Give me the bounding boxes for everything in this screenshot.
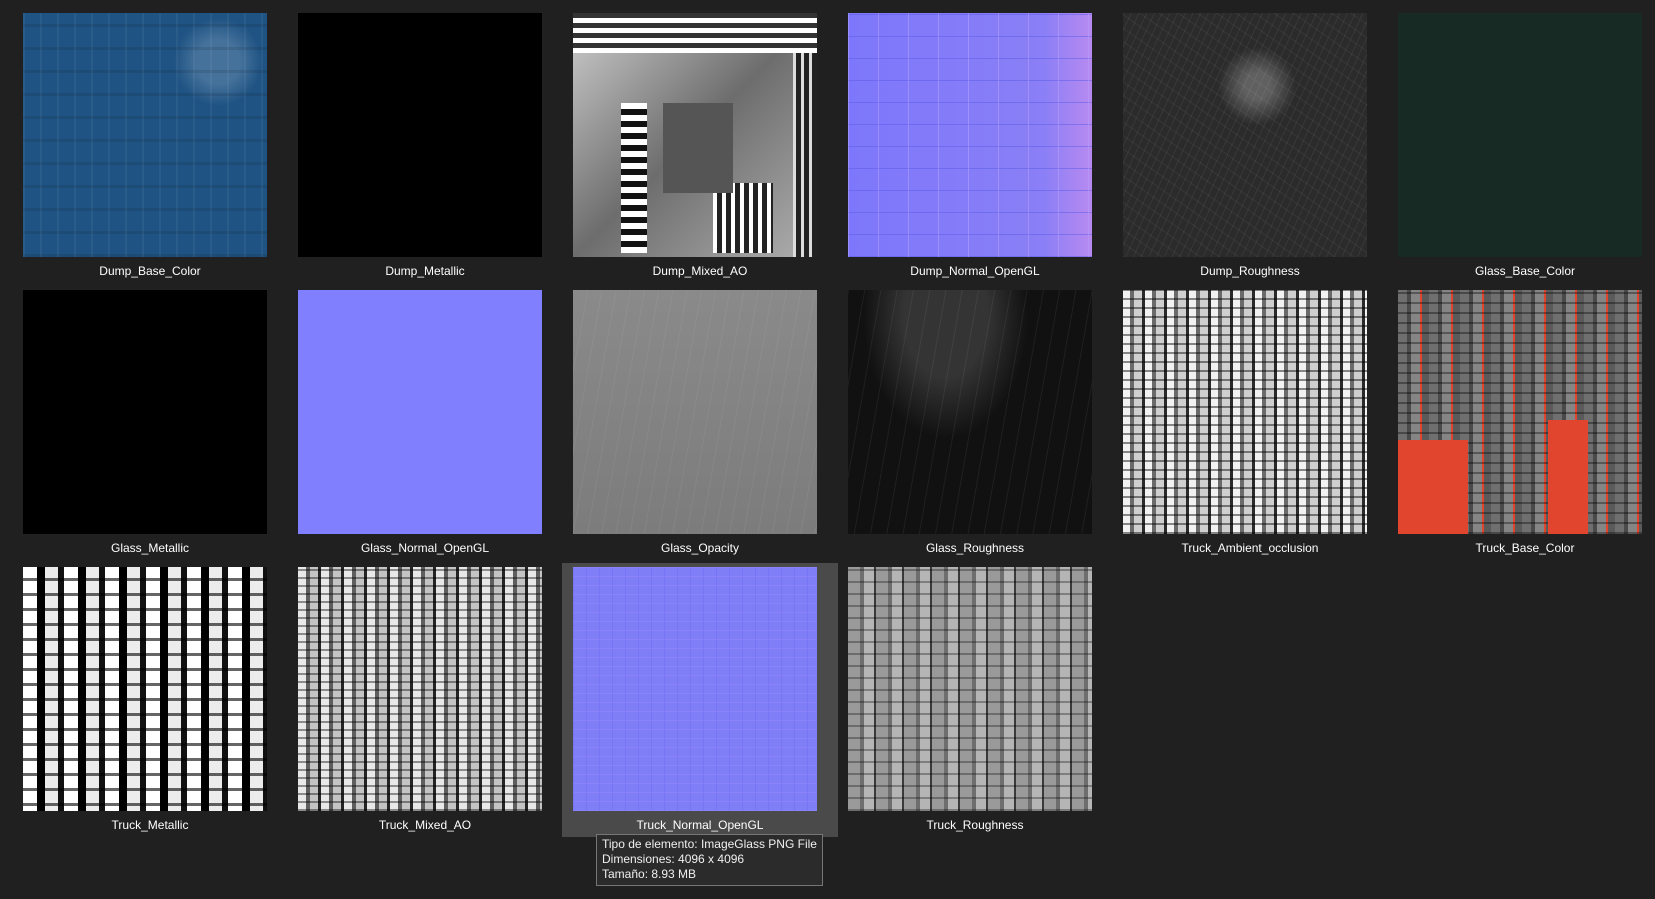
file-item-dump-roughness[interactable]: Dump_Roughness: [1112, 11, 1388, 285]
file-name-label[interactable]: Dump_Roughness: [1112, 264, 1388, 278]
file-name-label[interactable]: Dump_Base_Color: [12, 264, 288, 278]
thumbnail-image[interactable]: [1398, 290, 1642, 534]
file-name-label[interactable]: Glass_Metallic: [12, 541, 288, 555]
thumbnail-image[interactable]: [298, 567, 542, 811]
thumbnail-image[interactable]: [1398, 13, 1642, 257]
tooltip-type-line: Tipo de elemento: ImageGlass PNG File: [602, 837, 817, 851]
file-info-tooltip: Tipo de elemento: ImageGlass PNG File Di…: [596, 834, 823, 886]
file-item-truck-ambient-occlusion[interactable]: Truck_Ambient_occlusion: [1112, 288, 1388, 562]
file-name-label[interactable]: Dump_Metallic: [287, 264, 563, 278]
thumbnail-image[interactable]: [1123, 13, 1367, 257]
file-item-glass-roughness[interactable]: Glass_Roughness: [837, 288, 1113, 562]
thumbnail-image[interactable]: [848, 567, 1092, 811]
file-item-glass-normal-opengl[interactable]: Glass_Normal_OpenGL: [287, 288, 563, 562]
thumbnail-image[interactable]: [23, 567, 267, 811]
file-name-label[interactable]: Glass_Roughness: [837, 541, 1113, 555]
thumbnail-image[interactable]: [298, 13, 542, 257]
file-name-label[interactable]: Truck_Mixed_AO: [287, 818, 563, 832]
file-name-label[interactable]: Truck_Roughness: [837, 818, 1113, 832]
file-item-dump-normal-opengl[interactable]: Dump_Normal_OpenGL: [837, 11, 1113, 285]
thumbnail-image[interactable]: [573, 290, 817, 534]
thumbnail-image[interactable]: [848, 13, 1092, 257]
file-item-dump-mixed-ao[interactable]: Dump_Mixed_AO: [562, 11, 838, 285]
file-item-glass-base-color[interactable]: Glass_Base_Color: [1387, 11, 1655, 285]
file-grid: Dump_Base_Color Dump_Metallic Dump_Mixed…: [0, 0, 1655, 899]
thumbnail-image[interactable]: [298, 290, 542, 534]
thumbnail-image[interactable]: [23, 290, 267, 534]
thumbnail-image[interactable]: [23, 13, 267, 257]
file-item-truck-roughness[interactable]: Truck_Roughness: [837, 565, 1113, 839]
file-name-label[interactable]: Dump_Normal_OpenGL: [837, 264, 1113, 278]
file-item-glass-metallic[interactable]: Glass_Metallic: [12, 288, 288, 562]
thumbnail-image[interactable]: [573, 567, 817, 811]
tooltip-size-line: Tamaño: 8.93 MB: [602, 867, 697, 881]
thumbnail-image[interactable]: [573, 13, 817, 257]
file-item-truck-normal-opengl[interactable]: Truck_Normal_OpenGL: [562, 563, 838, 837]
file-item-truck-mixed-ao[interactable]: Truck_Mixed_AO: [287, 565, 563, 839]
file-item-truck-metallic[interactable]: Truck_Metallic: [12, 565, 288, 839]
tooltip-dimensions-line: Dimensiones: 4096 x 4096: [602, 852, 745, 866]
file-item-dump-base-color[interactable]: Dump_Base_Color: [12, 11, 288, 285]
file-name-label[interactable]: Truck_Base_Color: [1387, 541, 1655, 555]
file-item-glass-opacity[interactable]: Glass_Opacity: [562, 288, 838, 562]
file-name-label[interactable]: Glass_Base_Color: [1387, 264, 1655, 278]
file-name-label[interactable]: Truck_Normal_OpenGL: [562, 818, 838, 832]
file-item-dump-metallic[interactable]: Dump_Metallic: [287, 11, 563, 285]
file-name-label[interactable]: Dump_Mixed_AO: [562, 264, 838, 278]
file-name-label[interactable]: Glass_Opacity: [562, 541, 838, 555]
file-item-truck-base-color[interactable]: Truck_Base_Color: [1387, 288, 1655, 562]
file-name-label[interactable]: Glass_Normal_OpenGL: [287, 541, 563, 555]
file-name-label[interactable]: Truck_Ambient_occlusion: [1112, 541, 1388, 555]
thumbnail-image[interactable]: [1123, 290, 1367, 534]
file-name-label[interactable]: Truck_Metallic: [12, 818, 288, 832]
thumbnail-image[interactable]: [848, 290, 1092, 534]
